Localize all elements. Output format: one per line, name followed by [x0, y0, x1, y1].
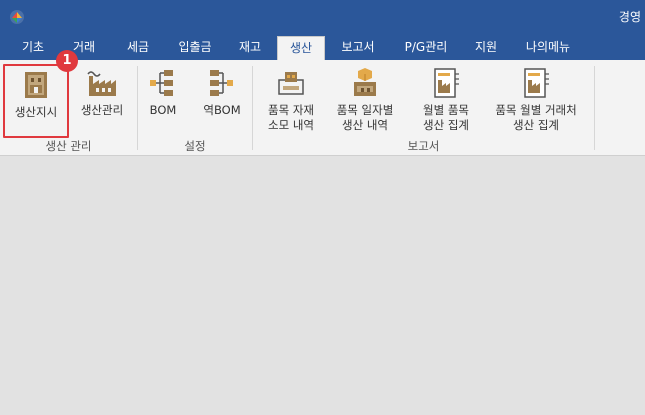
- ribbon-panel: 생산지시 생산관리 BOM 역BOM 품목 자재 소모 내역 품목 일자별 생산…: [0, 60, 645, 156]
- group-label-production-management: 생산 관리: [45, 139, 92, 153]
- ribbon-separator: [594, 66, 595, 150]
- tab-report[interactable]: 보고서: [331, 36, 385, 60]
- reverse-bom-icon: [205, 66, 239, 100]
- production-order-icon: [19, 68, 53, 102]
- daily-production-icon: [348, 66, 382, 100]
- tab-deposit-withdrawal[interactable]: 입출금: [168, 36, 222, 60]
- production-order-label: 생산지시: [14, 105, 58, 119]
- material-consumption-button[interactable]: 품목 자재 소모 내역: [258, 64, 324, 138]
- main-workspace: [0, 157, 645, 415]
- tab-production[interactable]: 생산: [277, 36, 325, 60]
- group-label-settings: 설정: [184, 139, 206, 153]
- production-order-button[interactable]: 생산지시: [3, 64, 69, 138]
- tab-tax[interactable]: 세금: [116, 36, 160, 60]
- material-consumption-label: 품목 자재 소모 내역: [268, 103, 314, 132]
- tab-support[interactable]: 지원: [466, 36, 506, 60]
- window-title: 경영: [618, 10, 641, 24]
- tab-pg-management[interactable]: P/G관리: [395, 36, 457, 60]
- tab-my-menu[interactable]: 나의메뉴: [516, 36, 580, 60]
- group-label-reports: 보고서: [407, 139, 440, 153]
- daily-production-label: 품목 일자별 생산 내역: [336, 103, 394, 132]
- monthly-summary-label: 월별 품목 생산 집계: [423, 103, 469, 132]
- bom-label: BOM: [149, 103, 177, 117]
- production-management-label: 생산관리: [80, 103, 124, 117]
- tab-inventory[interactable]: 재고: [228, 36, 272, 60]
- monthly-client-summary-label: 품목 월별 거래처 생산 집계: [495, 103, 577, 132]
- monthly-summary-button[interactable]: 월별 품목 생산 집계: [412, 64, 480, 138]
- title-bar: 경영: [0, 0, 645, 36]
- app-logo-icon[interactable]: [9, 9, 25, 25]
- daily-production-button[interactable]: 품목 일자별 생산 내역: [328, 64, 402, 138]
- monthly-client-summary-button[interactable]: 품목 월별 거래처 생산 집계: [484, 64, 588, 138]
- reverse-bom-button[interactable]: 역BOM: [198, 64, 246, 138]
- tab-basic[interactable]: 기초: [13, 36, 53, 60]
- material-consumption-icon: [274, 66, 308, 100]
- monthly-client-summary-icon: [519, 66, 553, 100]
- factory-icon: [85, 66, 119, 100]
- step-number-badge: 1: [56, 50, 78, 72]
- reverse-bom-label: 역BOM: [203, 103, 241, 117]
- bom-button[interactable]: BOM: [142, 64, 184, 138]
- monthly-summary-icon: [429, 66, 463, 100]
- bom-tree-icon: [146, 66, 180, 100]
- ribbon-tab-bar: 기초 거래 세금 입출금 재고 생산 보고서 P/G관리 지원 나의메뉴: [0, 36, 645, 60]
- production-management-button[interactable]: 생산관리: [72, 64, 132, 138]
